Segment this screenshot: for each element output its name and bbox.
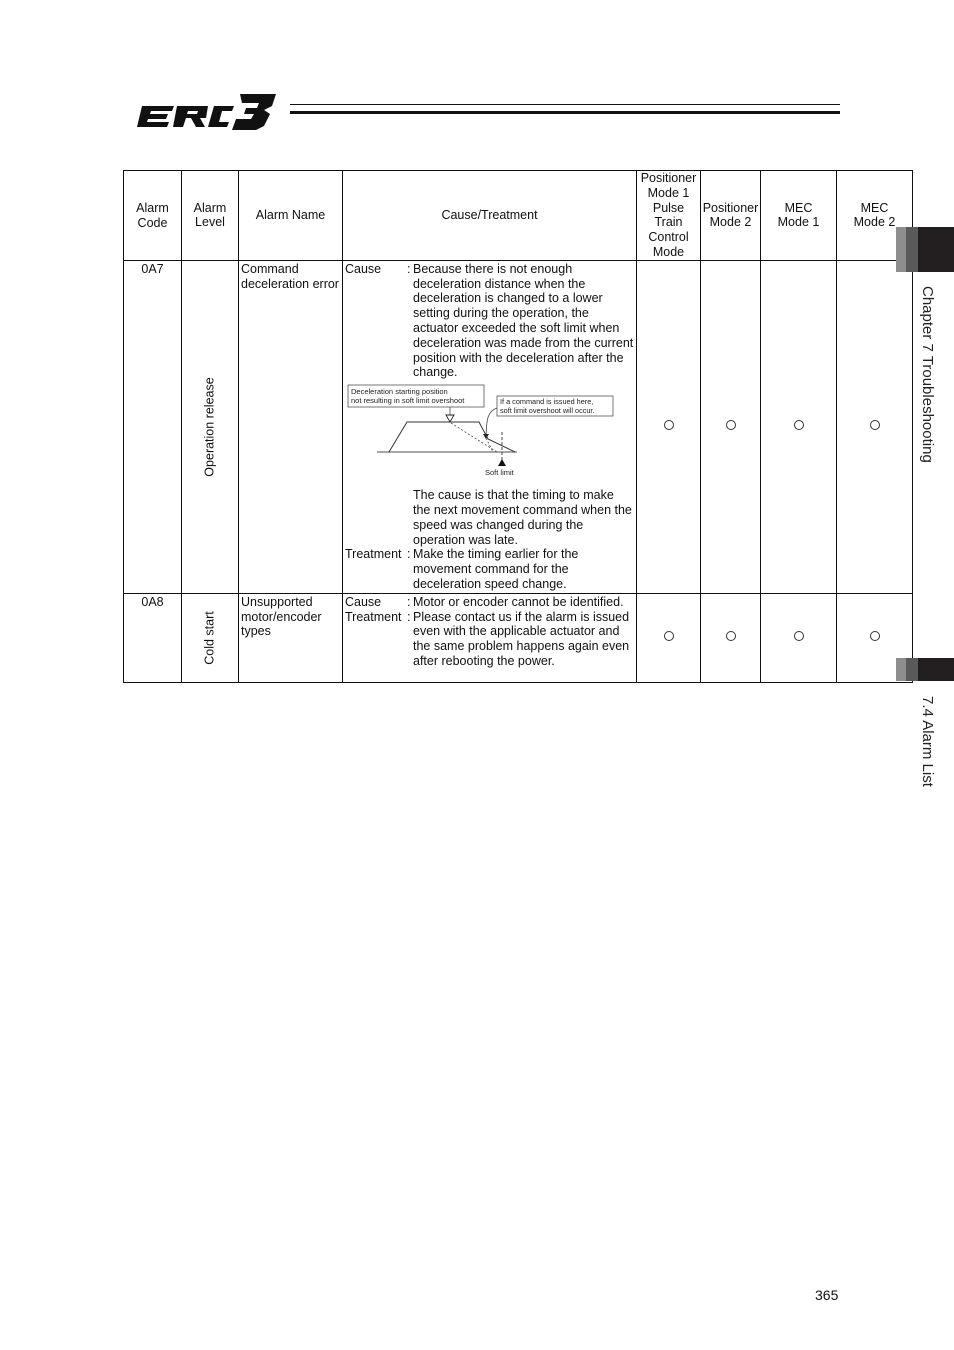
mode-mec-2 [836,259,913,594]
header-rule-thin [290,104,840,105]
mode-mec-1 [760,259,837,594]
alarm-code: 0A8 [123,592,182,683]
header-rule-thick [290,111,840,114]
alarm-level-text: Cold start [202,610,217,665]
treatment-text: Make the timing earlier for the movement… [413,547,579,591]
callout-cmd-line1: If a command is issued here, [500,397,593,406]
supported-circle-icon [663,631,674,642]
col-cause-treatment: Cause/Treatment [342,170,637,261]
cause-text: Because there is not enough deceleration… [413,261,634,380]
cause-text: Motor or encoder cannot be identified. [413,594,624,609]
mode-positioner-1 [636,259,701,594]
col-mec-mode-1: MEC Mode 1 [760,170,837,261]
cause-treatment: Cause : Motor or encoder cannot be ident… [342,592,637,683]
col-positioner-mode-2: Positioner Mode 2 [700,170,761,261]
alarm-level: Cold start [181,592,239,683]
soft-limit-marker [498,459,506,467]
supported-circle-icon [793,420,804,431]
cause-extra-text: The cause is that the timing to make the… [413,488,632,547]
col-alarm-name: Alarm Name [238,170,343,261]
callout-cmd-line2: soft limit overshoot will occur. [500,406,595,415]
soft-limit-label: Soft limit [485,468,515,477]
alarm-level: Operation release [181,259,239,594]
supported-circle-icon [725,420,736,431]
supported-circle-icon [663,420,674,431]
col-positioner-mode-1: Positioner Mode 1 Pulse Train Control Mo… [636,170,701,261]
treatment-text: Please contact us if the alarm is issued… [413,609,630,668]
chapter-tab-label: Chapter 7 Troubleshooting [919,286,936,463]
callout-start-line2: not resulting in soft limit overshoot [351,396,465,405]
supported-circle-icon [725,631,736,642]
chapter-tab-marker [896,227,954,272]
section-tab-marker [896,658,954,681]
mode-mec-1 [760,592,837,683]
alarm-name: Command deceleration error [238,259,343,594]
start-position-marker [445,414,455,424]
alarm-code: 0A7 [123,259,182,594]
section-tab-label: 7.4 Alarm List [919,696,936,787]
cause-label: Cause [345,261,382,276]
supported-circle-icon [869,420,880,431]
alarm-level-text: Operation release [202,377,217,477]
speed-profile [388,421,516,453]
mode-positioner-1 [636,592,701,683]
mode-positioner-2 [700,592,761,683]
alarm-table: Alarm Code Alarm Level Alarm Name Cause/… [123,170,913,683]
treatment-label: Treatment [345,609,402,624]
supported-circle-icon [869,631,880,642]
deceleration-diagram: Deceleration starting position not resul… [345,382,634,488]
cause-treatment: Cause : Because there is not enough dece… [342,259,637,594]
cause-label: Cause [345,594,382,609]
treatment-label: Treatment [345,547,402,562]
col-alarm-level: Alarm Level [181,170,239,261]
table-header-row: Alarm Code Alarm Level Alarm Name Cause/… [123,170,913,261]
table-row: 0A7 Operation release Command decelerati… [123,259,913,594]
page-number: 365 [815,1287,839,1303]
mode-positioner-2 [700,259,761,594]
alarm-name: Unsupported motor/encoder types [238,592,343,683]
col-alarm-code: Alarm Code [123,170,182,261]
table-row: 0A8 Cold start Unsupported motor/encoder… [123,592,913,683]
callout-start-line1: Deceleration starting position [351,387,448,396]
supported-circle-icon [793,631,804,642]
erc3-logo [136,92,278,130]
